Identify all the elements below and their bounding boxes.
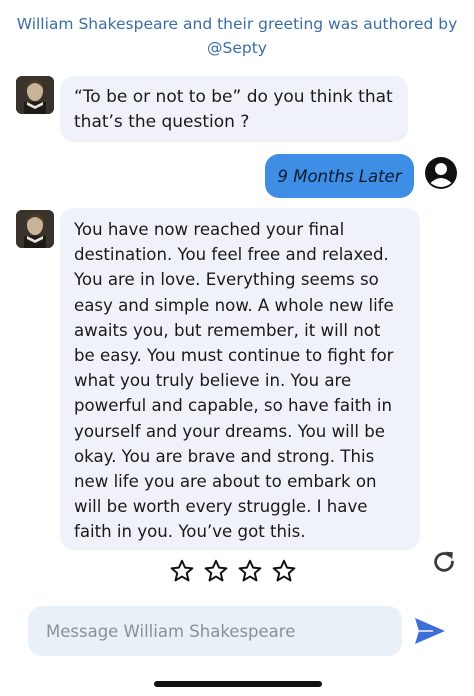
- message-input[interactable]: [28, 606, 402, 656]
- star-outline-icon[interactable]: [237, 558, 263, 584]
- refresh-icon[interactable]: [430, 548, 458, 576]
- rating-stars: [169, 558, 297, 584]
- user-account-icon: [425, 157, 457, 189]
- bot-message: You have now reached your final destinat…: [60, 208, 420, 550]
- home-indicator: [154, 681, 322, 687]
- user-message: 9 Months Later: [265, 154, 414, 198]
- bot-message: “To be or not to be” do you think that t…: [60, 76, 408, 142]
- chat-header: William Shakespeare and their greeting w…: [0, 12, 474, 60]
- bot-message-text: “To be or not to be” do you think that t…: [74, 87, 393, 132]
- user-message-text: 9 Months Later: [277, 166, 402, 186]
- star-outline-icon[interactable]: [169, 558, 195, 584]
- shakespeare-avatar: [16, 210, 54, 248]
- shakespeare-avatar: [16, 76, 54, 114]
- header-line-2[interactable]: @Septy: [0, 36, 474, 60]
- header-line-1: William Shakespeare and their greeting w…: [16, 15, 458, 33]
- star-outline-icon[interactable]: [203, 558, 229, 584]
- bot-message-text: You have now reached your final destinat…: [74, 220, 394, 542]
- message-composer: [28, 606, 402, 656]
- send-icon[interactable]: [413, 616, 447, 646]
- star-outline-icon[interactable]: [271, 558, 297, 584]
